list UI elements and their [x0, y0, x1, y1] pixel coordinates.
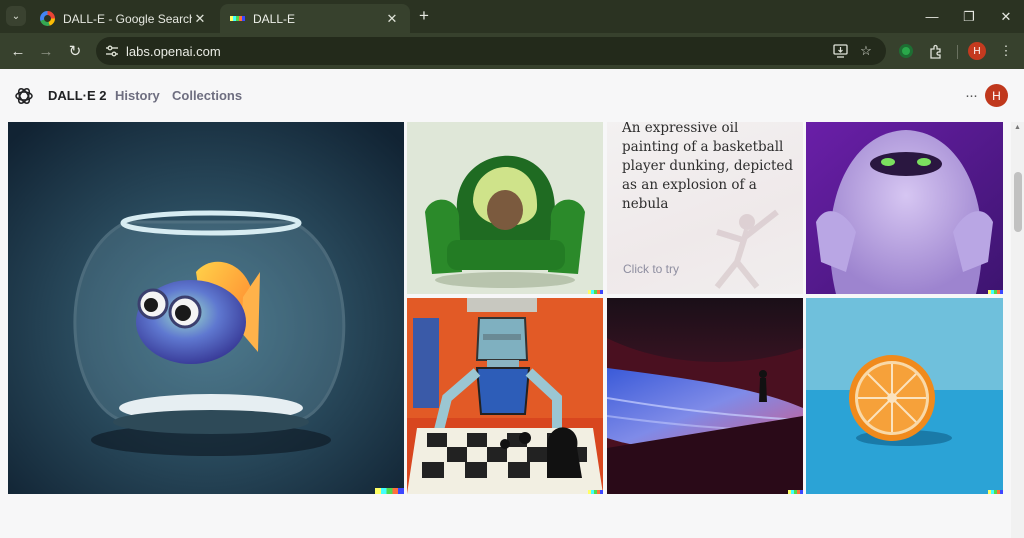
extension-green-icon[interactable] — [896, 41, 916, 61]
minimize-button[interactable]: — — [913, 0, 951, 33]
browser-menu-icon[interactable]: ⋮ — [996, 41, 1016, 61]
dalle-favicon-icon — [230, 11, 245, 26]
restore-button[interactable]: ❐ — [950, 0, 988, 33]
furry-monster-image[interactable] — [806, 122, 1003, 294]
scroll-thumb[interactable] — [1014, 172, 1022, 232]
avocado-armchair-image[interactable] — [407, 122, 603, 294]
browser-tab-bar: ⌄ DALL-E - Google Search ✕ DALL-E ✕ + — … — [0, 0, 1024, 33]
google-icon — [40, 11, 55, 26]
dalle-signature-icon — [988, 290, 1003, 294]
site-info-icon[interactable] — [102, 41, 122, 61]
dalle-signature-icon — [988, 490, 1003, 494]
browser-toolbar: ← → ↻ labs.openai.com ☆ H ⋮ — [0, 33, 1024, 69]
app-header: DALL·E 2 History Collections ··· H — [0, 69, 1024, 122]
robot-chess-painting-image[interactable] — [407, 298, 603, 494]
new-tab-button[interactable]: + — [414, 6, 434, 26]
tab-title: DALL-E - Google Search — [63, 11, 192, 26]
nav-history[interactable]: History — [115, 88, 160, 103]
brand-title[interactable]: DALL·E 2 — [48, 88, 107, 103]
forward-button[interactable]: → — [34, 39, 58, 63]
bookmark-star-icon[interactable]: ☆ — [857, 42, 875, 60]
dalle-signature-icon — [788, 490, 803, 494]
tab-dalle[interactable]: DALL-E ✕ — [220, 4, 410, 33]
arrow-left-icon: ← — [10, 42, 26, 60]
extensions-puzzle-icon[interactable] — [926, 41, 946, 61]
browser-profile-avatar[interactable]: H — [968, 42, 986, 60]
url-text: labs.openai.com — [126, 44, 221, 59]
tab-search-button[interactable]: ⌄ — [6, 6, 26, 26]
openai-logo-icon[interactable] — [14, 86, 34, 106]
nav-collections[interactable]: Collections — [172, 88, 242, 103]
window-close-button[interactable]: ✕ — [987, 0, 1024, 33]
user-avatar[interactable]: H — [985, 84, 1008, 107]
toolbar-separator — [957, 45, 958, 59]
click-to-try-label[interactable]: Click to try — [623, 262, 679, 276]
desert-dunes-image[interactable] — [607, 298, 803, 494]
scroll-up-arrow-icon[interactable]: ▲ — [1011, 122, 1024, 134]
dalle-signature-icon — [588, 290, 603, 294]
more-options-icon[interactable]: ··· — [962, 83, 980, 107]
reload-button[interactable]: ↻ — [63, 39, 87, 63]
arrow-right-icon: → — [38, 42, 54, 60]
close-tab-icon[interactable]: ✕ — [384, 11, 400, 27]
address-bar[interactable]: labs.openai.com ☆ — [96, 37, 886, 65]
dalle-signature-icon — [375, 488, 404, 494]
prompt-text: An expressive oil painting of a basketba… — [622, 122, 794, 212]
prompt-suggestion-card[interactable]: An expressive oil painting of a basketba… — [607, 122, 803, 294]
close-tab-icon[interactable]: ✕ — [192, 11, 208, 27]
page-scrollbar[interactable]: ▲ — [1011, 122, 1024, 538]
tab-google-search[interactable]: DALL-E - Google Search ✕ — [30, 4, 218, 33]
install-app-icon[interactable] — [831, 42, 849, 60]
fish-bowl-image[interactable] — [8, 122, 404, 494]
back-button[interactable]: ← — [6, 39, 30, 63]
tab-title: DALL-E — [253, 11, 296, 26]
dalle-signature-icon — [588, 490, 603, 494]
orange-half-image[interactable] — [806, 298, 1003, 494]
chevron-down-icon: ⌄ — [11, 10, 21, 22]
reload-icon: ↻ — [68, 43, 82, 60]
